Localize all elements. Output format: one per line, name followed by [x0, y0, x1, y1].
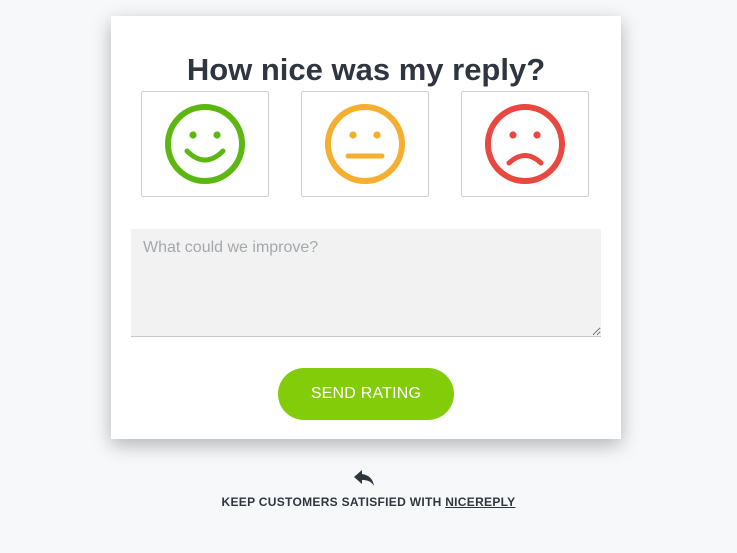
nicereply-link[interactable]: NICEREPLY	[445, 495, 515, 509]
reply-icon	[354, 470, 374, 486]
rating-neutral-button[interactable]	[301, 91, 429, 197]
rating-happy-button[interactable]	[141, 91, 269, 197]
footer-text: KEEP CUSTOMERS SATISFIED WITH	[221, 495, 446, 509]
sad-face-icon	[485, 104, 565, 184]
neutral-face-icon	[325, 104, 405, 184]
rating-card: How nice was my reply? SEND RATING	[111, 16, 621, 439]
happy-face-icon	[165, 104, 245, 184]
send-rating-button[interactable]: SEND RATING	[278, 368, 454, 420]
rating-sad-button[interactable]	[461, 91, 589, 197]
feedback-input[interactable]	[131, 229, 601, 337]
footer-tagline: KEEP CUSTOMERS SATISFIED WITH NICEREPLY	[0, 495, 737, 509]
page-title: How nice was my reply?	[186, 52, 546, 87]
